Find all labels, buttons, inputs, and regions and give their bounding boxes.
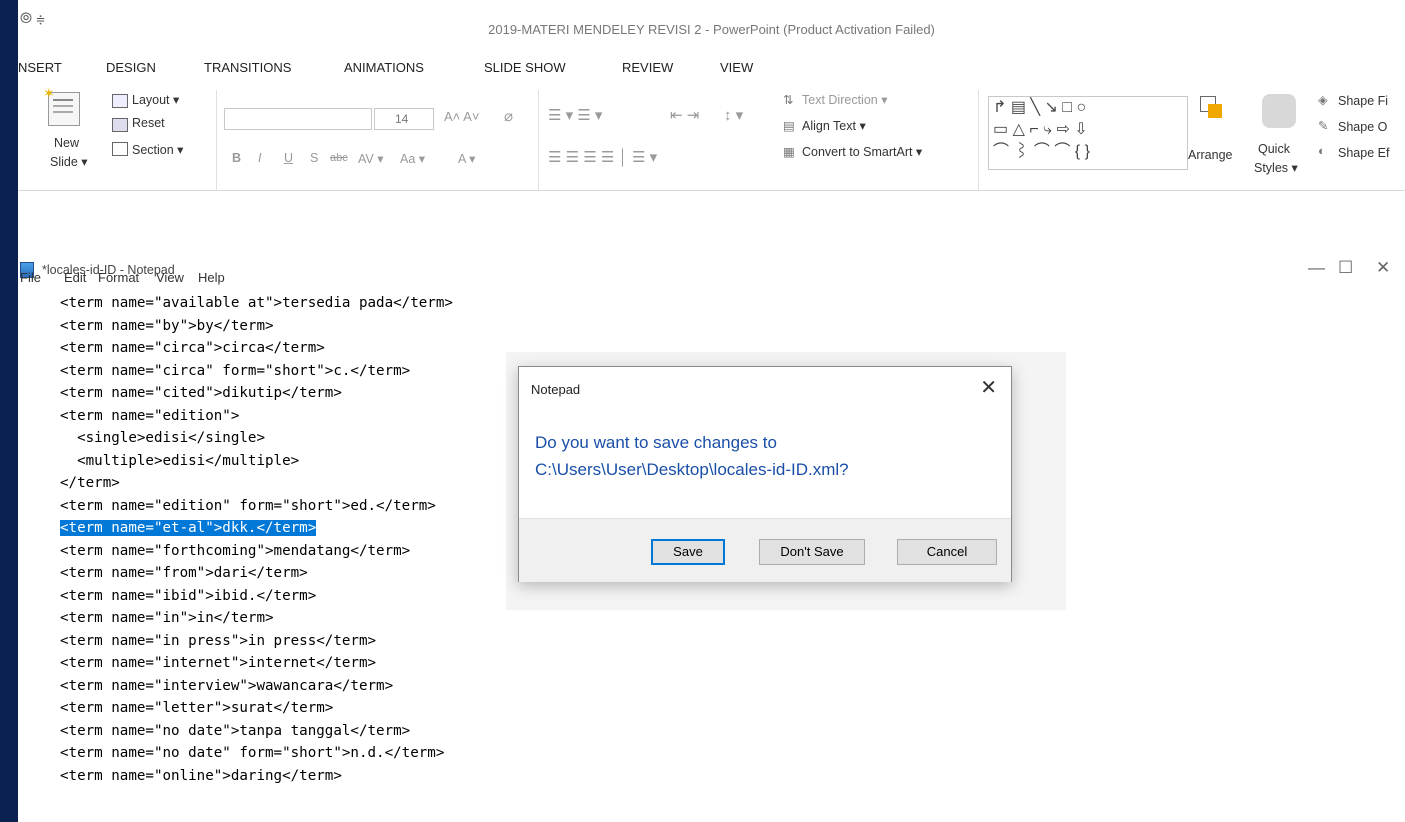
font-size-value: 14: [395, 112, 409, 126]
code-line: <term name="by">by</term>: [60, 317, 274, 334]
tab-animations[interactable]: ANIMATIONS: [344, 60, 424, 75]
new-slide-dropdown[interactable]: Slide ▾: [50, 154, 88, 169]
tab-review[interactable]: REVIEW: [622, 60, 673, 75]
shapes-row-2: ▭ △ ⌐ ⤷ ⇨ ⇩: [993, 121, 1088, 138]
code-line: <term name="no date" form="short">n.d.</…: [60, 745, 445, 761]
align-text-icon: ▤: [783, 119, 795, 133]
menu-help[interactable]: Help: [198, 270, 225, 285]
code-line: <multiple>edisi</multiple>: [60, 452, 300, 469]
code-line: <term name="cited">dikutip</term>: [60, 385, 342, 401]
tab-view[interactable]: VIEW: [720, 60, 753, 75]
strikethrough-button[interactable]: abc: [330, 152, 348, 164]
font-name-box[interactable]: [224, 108, 372, 130]
notepad-menubar: File Edit Format View Help: [18, 270, 1405, 290]
reset-icon: [112, 118, 128, 132]
line-spacing-icon[interactable]: ↕ ▾: [724, 106, 743, 124]
shape-effects-button[interactable]: Shape Ef: [1338, 146, 1389, 160]
bold-button[interactable]: B: [232, 151, 241, 165]
code-line: <term name="interview">wawancara</term>: [60, 677, 394, 694]
layout-icon: [112, 94, 128, 108]
code-line: <term name="online">daring</term>: [60, 767, 342, 784]
quick-styles-label[interactable]: Quick: [1258, 142, 1290, 156]
dialog-message-line-2: C:\Users\User\Desktop\locales-id-ID.xml?: [535, 460, 849, 479]
code-line: <term name="letter">surat</term>: [60, 700, 334, 716]
tab-design[interactable]: DESIGN: [106, 60, 156, 75]
indent-icon[interactable]: ⇤ ⇥: [670, 106, 699, 124]
arrange-button[interactable]: Arrange: [1188, 148, 1232, 162]
code-line: <term name="from">dari</term>: [60, 565, 308, 581]
dialog-message-line-1: Do you want to save changes to: [535, 433, 777, 452]
dialog-button-bar: Save Don't Save Cancel: [519, 518, 1011, 582]
grow-shrink-font-buttons[interactable]: A˄ A˅: [444, 109, 479, 124]
shape-outline-icon: ✎: [1318, 119, 1329, 133]
menu-view[interactable]: View: [156, 270, 184, 285]
menu-file[interactable]: File: [20, 270, 41, 285]
tab-transitions[interactable]: TRANSITIONS: [204, 60, 291, 75]
text-direction-icon: ⇅: [783, 93, 794, 107]
tab-slide-show[interactable]: SLIDE SHOW: [484, 60, 566, 75]
code-line: <term name="available at">tersedia pada<…: [60, 295, 453, 311]
code-line: <term name="forthcoming">mendatang</term…: [60, 542, 411, 559]
section-button[interactable]: Section ▾: [132, 142, 183, 157]
menu-format[interactable]: Format: [98, 270, 139, 285]
smartart-icon: ▦: [783, 145, 795, 159]
editor-content[interactable]: <term name="available at">tersedia pada<…: [60, 292, 453, 787]
powerpoint-titlebar: ⦾ ≑ 2019-MATERI MENDELEY REVISI 2 - Powe…: [18, 0, 1405, 52]
arrange-icon: [1198, 94, 1226, 128]
underline-button[interactable]: U: [284, 151, 293, 165]
dialog-close-icon[interactable]: ✕: [980, 375, 997, 400]
change-case-button[interactable]: Aa ▾: [400, 151, 425, 166]
menu-edit[interactable]: Edit: [64, 270, 86, 285]
code-line: <term name="ibid">ibid.</term>: [60, 587, 317, 604]
layout-button[interactable]: Layout ▾: [132, 92, 179, 107]
clear-formatting-icon[interactable]: ⌀: [504, 107, 513, 125]
dialog-message: Do you want to save changes to C:\Users\…: [535, 429, 849, 483]
font-color-button[interactable]: A ▾: [458, 151, 475, 166]
code-line: <term name="edition">: [60, 407, 240, 424]
window-title: 2019-MATERI MENDELEY REVISI 2 - PowerPoi…: [488, 22, 935, 37]
dont-save-button[interactable]: Don't Save: [759, 539, 865, 565]
ribbon: ✶ New Slide ▾ Layout ▾ Reset Section ▾ 1…: [18, 84, 1405, 191]
shapes-row-1: ↱ ▤ ╲ ↘ □ ○: [993, 99, 1087, 116]
save-button[interactable]: Save: [651, 539, 725, 565]
selected-code-line: <term name="et-al">dkk.</term>: [60, 520, 317, 536]
new-slide-icon[interactable]: ✶: [43, 85, 80, 126]
code-line: <term name="in">in</term>: [60, 610, 274, 626]
shapes-row-3: ⌒ ⌇ ⌒ ⌒ { }: [993, 143, 1090, 160]
shadow-button[interactable]: S: [310, 151, 318, 165]
code-line: <single>edisi</single>: [60, 430, 265, 446]
align-icons[interactable]: ☰ ☰ ☰ ☰ │ ☰ ▾: [548, 148, 657, 166]
character-spacing-button[interactable]: AV ▾: [358, 151, 384, 166]
bullets-icon[interactable]: ☰ ▾ ☰ ▾: [548, 106, 602, 124]
new-slide-button[interactable]: New: [54, 136, 79, 150]
code-line: <term name="internet">internet</term>: [60, 655, 377, 671]
shape-outline-button[interactable]: Shape O: [1338, 120, 1387, 134]
font-size-box[interactable]: 14: [374, 108, 434, 130]
code-line: </term>: [60, 475, 120, 491]
convert-smartart-button[interactable]: Convert to SmartArt ▾: [802, 144, 922, 159]
section-icon: [112, 142, 128, 156]
align-text-button[interactable]: Align Text ▾: [802, 118, 866, 133]
shape-effects-icon: ◐: [1318, 144, 1326, 158]
text-direction-button[interactable]: Text Direction ▾: [802, 92, 887, 107]
code-line: <term name="circa" form="short">c.</term…: [60, 362, 411, 379]
code-line: <term name="edition" form="short">ed.</t…: [60, 497, 436, 514]
quick-styles-icon: [1262, 94, 1296, 128]
tab-insert[interactable]: NSERT: [18, 60, 62, 75]
dialog-title: Notepad: [531, 382, 581, 397]
shape-fill-button[interactable]: Shape Fi: [1338, 94, 1388, 108]
code-line: <term name="circa">circa</term>: [60, 340, 325, 356]
code-line: <term name="in press">in press</term>: [60, 632, 377, 649]
italic-button[interactable]: I: [258, 151, 261, 165]
code-line: <term name="no date">tanpa tanggal</term…: [60, 722, 411, 739]
cancel-button[interactable]: Cancel: [897, 539, 997, 565]
reset-button[interactable]: Reset: [132, 116, 165, 130]
screen: ⦾ ≑ 2019-MATERI MENDELEY REVISI 2 - Powe…: [18, 0, 1405, 822]
shape-fill-icon: ◈: [1318, 93, 1328, 107]
quick-styles-dropdown[interactable]: Styles ▾: [1254, 160, 1298, 175]
save-changes-dialog: Notepad ✕ Do you want to save changes to…: [518, 366, 1012, 582]
shapes-gallery[interactable]: ↱ ▤ ╲ ↘ □ ○ ▭ △ ⌐ ⤷ ⇨ ⇩ ⌒ ⌇ ⌒ ⌒ { }: [988, 96, 1188, 170]
